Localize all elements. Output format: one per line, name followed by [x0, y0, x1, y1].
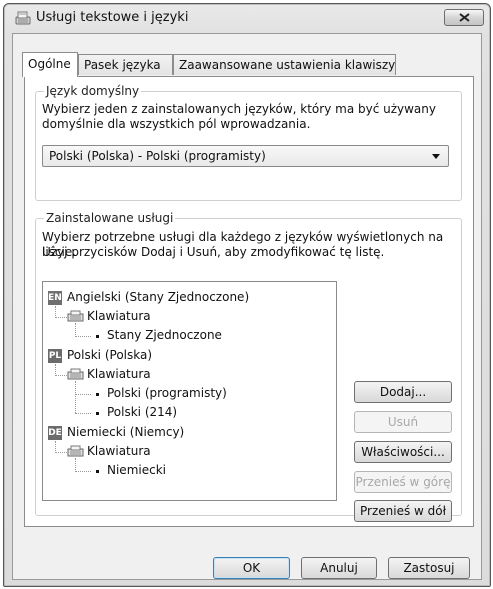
tab-advanced-key-settings[interactable]: Zaawansowane ustawienia klawiszy — [173, 54, 396, 75]
tree-connector — [75, 381, 77, 413]
language-badge-de: DE — [48, 426, 62, 440]
tree-connector — [75, 323, 77, 337]
tab-language-bar[interactable]: Pasek języka — [78, 54, 173, 75]
tree-node-keyboard-de[interactable]: Klawiatura — [87, 444, 151, 458]
properties-button[interactable]: Właściwości... — [354, 441, 452, 463]
general-tab-panel: Język domyślny Wybierz jeden z zainstalo… — [24, 76, 474, 527]
tree-node-keyboard-en[interactable]: Klawiatura — [87, 309, 151, 323]
tree-connector — [55, 452, 67, 454]
installed-services-tree[interactable]: EN Angielski (Stany Zjednoczone) Klawiat… — [42, 281, 337, 501]
tree-connector — [55, 317, 67, 319]
title-bar[interactable]: Usługi tekstowe i języki — [4, 4, 490, 32]
tab-label: Ogólne — [28, 57, 71, 71]
tree-node-polish[interactable]: Polski (Polska) — [67, 348, 152, 362]
list-bullet — [96, 412, 99, 415]
tab-label: Pasek języka — [84, 58, 161, 72]
ok-button[interactable]: OK — [213, 557, 290, 579]
tab-label: Zaawansowane ustawienia klawiszy — [179, 58, 396, 72]
language-badge-en: EN — [48, 291, 62, 305]
close-icon — [459, 13, 470, 22]
add-button[interactable]: Dodaj... — [354, 381, 452, 403]
tree-connector — [75, 471, 91, 473]
window-title: Usługi tekstowe i języki — [36, 10, 189, 25]
default-language-description-line2: domyślnie dla wszystkich pól wprowadzani… — [42, 117, 311, 131]
tree-connector — [75, 458, 77, 472]
group-legend: Zainstalowane usługi — [44, 211, 176, 225]
dialog-client-area: Ogólne Pasek języka Zaawansowane ustawie… — [12, 33, 482, 580]
tree-connector — [75, 413, 91, 415]
keyboard-icon — [67, 310, 84, 322]
tree-node-layout-german[interactable]: Niemiecki — [107, 463, 166, 477]
default-language-description-line1: Wybierz jeden z zainstalowanych języków,… — [42, 102, 436, 116]
tree-connector — [75, 394, 91, 396]
cancel-button[interactable]: Anuluj — [301, 557, 377, 579]
list-bullet — [96, 335, 99, 338]
installed-services-description-line2: Użyj przycisków Dodaj i Usuń, aby zmodyf… — [42, 245, 385, 259]
list-bullet — [96, 393, 99, 396]
tree-node-layout-polish-214[interactable]: Polski (214) — [107, 405, 177, 419]
tree-connector — [75, 336, 91, 338]
default-language-group: Język domyślny Wybierz jeden z zainstalo… — [35, 84, 462, 201]
installed-services-group: Zainstalowane usługi Wybierz potrzebne u… — [35, 211, 462, 522]
keyboard-icon — [67, 445, 84, 457]
tab-general[interactable]: Ogólne — [22, 52, 78, 77]
tree-node-layout-us[interactable]: Stany Zjednoczone — [107, 328, 222, 342]
tree-node-english[interactable]: Angielski (Stany Zjednoczone) — [67, 290, 249, 304]
apply-button[interactable]: Zastosuj — [388, 557, 470, 579]
group-legend: Język domyślny — [44, 84, 142, 98]
tree-connector — [55, 375, 67, 377]
language-badge-pl: PL — [48, 349, 62, 363]
keyboard-icon — [67, 368, 84, 380]
close-button[interactable] — [444, 9, 484, 26]
text-services-icon — [15, 11, 31, 25]
move-down-button[interactable]: Przenieś w dół — [354, 500, 452, 522]
selected-value: Polski (Polska) - Polski (programisty) — [49, 149, 266, 163]
tree-node-german[interactable]: Niemiecki (Niemcy) — [67, 425, 184, 439]
chevron-down-icon — [432, 154, 440, 159]
dialog-window: Usługi tekstowe i języki Ogólne Pasek ję… — [3, 3, 491, 587]
remove-button[interactable]: Usuń — [354, 411, 452, 433]
move-up-button[interactable]: Przenieś w górę — [354, 471, 452, 493]
list-bullet — [96, 470, 99, 473]
tree-node-keyboard-pl[interactable]: Klawiatura — [87, 367, 151, 381]
tree-node-layout-polish-programmers[interactable]: Polski (programisty) — [107, 386, 227, 400]
default-language-select[interactable]: Polski (Polska) - Polski (programisty) — [42, 145, 449, 167]
